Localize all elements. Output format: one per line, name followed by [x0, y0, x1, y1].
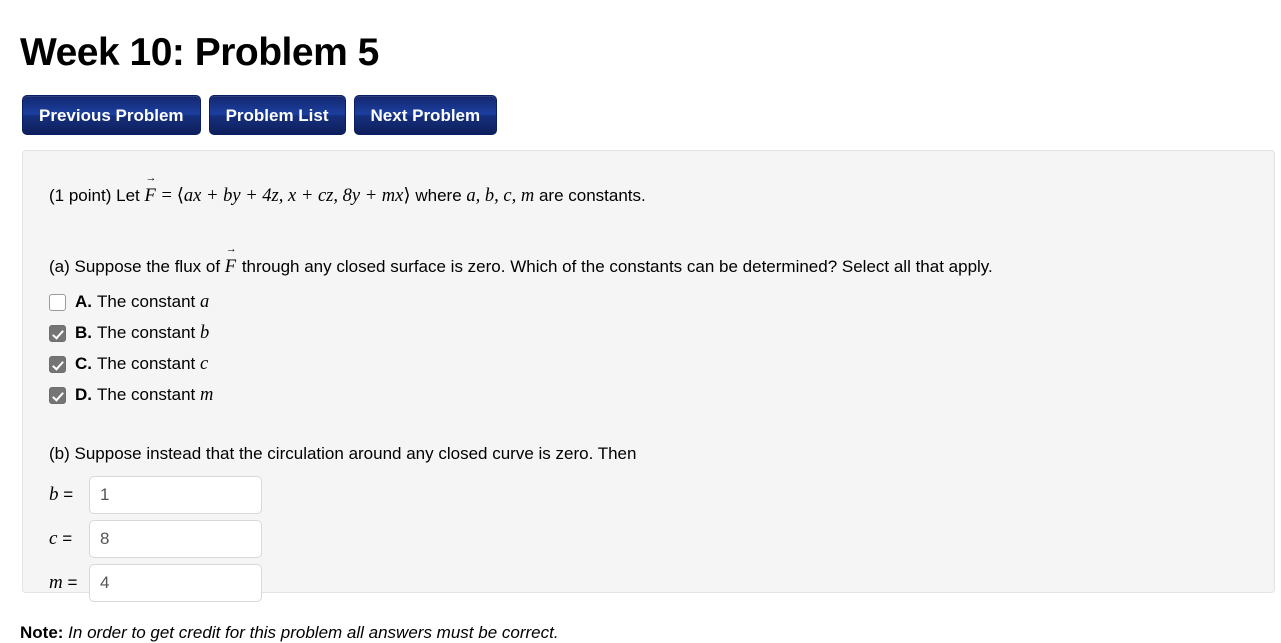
choice-row-c[interactable]: C. The constant c: [49, 349, 1260, 380]
choice-row-b[interactable]: B. The constant b: [49, 318, 1260, 349]
vector-f-symbol: → F: [144, 173, 156, 210]
part-a-suffix: through any closed surface is zero. Whic…: [241, 256, 993, 276]
part-b-answer-rows: b = c = m =: [49, 473, 1260, 605]
answer-label-b: b =: [49, 484, 74, 506]
choice-letter-a: A.: [75, 292, 92, 312]
answer-input-c[interactable]: [89, 520, 262, 559]
angle-bracket-open: ⟨: [176, 186, 184, 206]
choice-letter-b: B.: [75, 323, 92, 343]
choice-symbol-d: m: [200, 384, 214, 405]
problem-statement: (1 point) Let → F = ⟨ax + by + 4z, x + cz…: [49, 169, 1260, 210]
choice-letter-c: C.: [75, 354, 92, 374]
next-problem-button[interactable]: Next Problem: [353, 95, 498, 135]
angle-bracket-close: ⟩: [403, 186, 411, 206]
vector-f-symbol-part-a: → F: [225, 243, 237, 281]
vector-arrow-icon: →: [225, 242, 237, 255]
equals-sign: =: [161, 186, 172, 206]
answer-input-m[interactable]: [89, 564, 262, 603]
choice-symbol-c: c: [200, 353, 209, 374]
vector-components: ax + by + 4z, x + cz, 8y + mx: [183, 186, 404, 206]
checkbox-c[interactable]: [49, 355, 66, 373]
page-title: Week 10: Problem 5: [20, 31, 379, 75]
choice-text-c: The constant: [97, 354, 196, 374]
choice-row-a[interactable]: A. The constant a: [49, 287, 1260, 318]
choice-text-a: The constant: [97, 292, 196, 312]
constants-tail: are constants.: [538, 186, 646, 205]
answer-row-b: b =: [49, 473, 1260, 517]
webwork-problem-page: Week 10: Problem 5 Previous Problem Prob…: [0, 0, 1281, 642]
vector-arrow-icon: →: [145, 172, 156, 184]
part-a-prefix: (a) Suppose the flux of: [49, 256, 221, 276]
note-label: Note:: [20, 623, 64, 642]
checkbox-d[interactable]: [49, 386, 66, 404]
where-text: where: [415, 186, 462, 205]
part-a-choice-list: A. The constant a B. The constant b C. T…: [49, 287, 1260, 411]
choice-text-b: The constant: [97, 323, 196, 343]
answer-row-m: m =: [49, 561, 1260, 605]
answer-input-b[interactable]: [89, 476, 262, 515]
lead-text: Let: [116, 186, 140, 205]
choice-letter-d: D.: [75, 385, 92, 405]
answer-label-c: c =: [49, 528, 73, 550]
checkbox-b[interactable]: [49, 324, 66, 342]
problem-panel: (1 point) Let → F = ⟨ax + by + 4z, x + cz…: [22, 150, 1275, 603]
previous-problem-button[interactable]: Previous Problem: [22, 95, 201, 135]
choice-row-d[interactable]: D. The constant m: [49, 380, 1260, 411]
choice-text-d: The constant: [97, 385, 196, 405]
note-text: In order to get credit for this problem …: [63, 623, 559, 642]
constants-list: a, b, c, m: [466, 186, 535, 206]
part-a-question: (a) Suppose the flux of → F through any c…: [49, 210, 1260, 281]
footer-note: Note: In order to get credit for this pr…: [20, 623, 559, 643]
choice-symbol-b: b: [200, 322, 210, 343]
part-b-question: (b) Suppose instead that the circulation…: [49, 443, 637, 463]
answer-label-m: m =: [49, 572, 78, 594]
answer-row-c: c =: [49, 517, 1260, 561]
points-label: (1 point): [49, 186, 112, 205]
checkbox-a[interactable]: [49, 293, 66, 311]
problem-navigation-bar: Previous Problem Problem List Next Probl…: [22, 95, 498, 135]
problem-list-button[interactable]: Problem List: [208, 95, 346, 135]
choice-symbol-a: a: [200, 291, 210, 312]
